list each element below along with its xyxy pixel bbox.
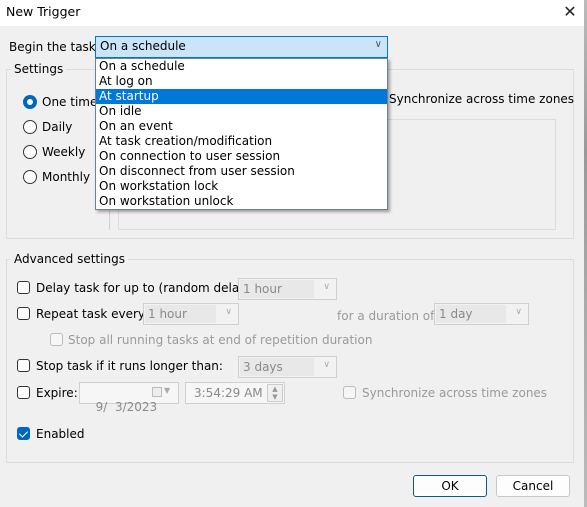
- radio-daily-label[interactable]: Daily: [42, 120, 72, 134]
- expire-sync-checkbox[interactable]: [343, 386, 356, 399]
- expire-label[interactable]: Expire:: [36, 386, 78, 400]
- repeat-task-label[interactable]: Repeat task every:: [36, 307, 148, 321]
- expire-checkbox[interactable]: [17, 386, 30, 399]
- stop-all-tasks-checkbox[interactable]: [50, 333, 63, 346]
- radio-daily[interactable]: [23, 120, 37, 134]
- advanced-settings-title: Advanced settings: [11, 252, 128, 266]
- cancel-button[interactable]: Cancel: [496, 475, 570, 497]
- radio-weekly-label[interactable]: Weekly: [42, 145, 85, 159]
- calendar-icon[interactable]: [152, 387, 162, 397]
- dropdown-option[interactable]: On workstation lock: [96, 179, 387, 194]
- delay-task-checkbox[interactable]: [17, 281, 30, 294]
- dropdown-option[interactable]: On a schedule: [96, 59, 387, 74]
- radio-weekly[interactable]: [23, 145, 37, 159]
- enabled-label[interactable]: Enabled: [36, 427, 85, 441]
- repeat-duration-value: 1 day: [436, 305, 506, 323]
- settings-group-title: Settings: [11, 62, 67, 76]
- dropdown-option[interactable]: At task creation/modification: [96, 134, 387, 149]
- chevron-down-icon: ∨: [323, 360, 330, 370]
- dropdown-option[interactable]: At log on: [96, 74, 387, 89]
- expire-date-value: 9/ 3/2023: [95, 400, 158, 414]
- ok-button[interactable]: OK: [413, 475, 487, 497]
- dropdown-option[interactable]: On disconnect from user session: [96, 164, 387, 179]
- dropdown-option[interactable]: On connection to user session: [96, 149, 387, 164]
- window-title: New Trigger: [6, 4, 81, 19]
- time-spinner[interactable]: ▲ ▼: [267, 384, 283, 402]
- stop-if-longer-value: 3 days: [240, 358, 314, 376]
- begin-task-combobox[interactable]: On a schedule ∨: [95, 36, 388, 58]
- stop-all-tasks-label: Stop all running tasks at end of repetit…: [68, 333, 373, 347]
- repeat-interval-value: 1 hour: [145, 305, 216, 323]
- stop-if-longer-label[interactable]: Stop task if it runs longer than:: [36, 359, 223, 373]
- chevron-down-icon: ∨: [323, 282, 330, 292]
- delay-task-label[interactable]: Delay task for up to (random delay):: [36, 281, 255, 295]
- dropdown-option[interactable]: On workstation unlock: [96, 194, 387, 209]
- radio-monthly[interactable]: [23, 170, 37, 184]
- title-bar: [0, 0, 584, 26]
- delay-duration-value: 1 hour: [240, 280, 314, 298]
- radio-monthly-label[interactable]: Monthly: [42, 170, 90, 184]
- sync-time-zones-label[interactable]: Synchronize across time zones: [389, 92, 574, 106]
- chevron-down-icon[interactable]: ▼: [164, 386, 170, 395]
- dropdown-option-highlighted[interactable]: At startup: [96, 89, 387, 104]
- radio-one-time[interactable]: [23, 95, 37, 109]
- expire-sync-label: Synchronize across time zones: [362, 386, 548, 400]
- repeat-duration-label: for a duration of:: [337, 309, 438, 323]
- dropdown-option[interactable]: On an event: [96, 119, 387, 134]
- delay-duration-combobox[interactable]: 1 hour ∨: [238, 278, 337, 300]
- expire-time-value: 3:54:29 AM: [194, 386, 263, 400]
- repeat-interval-combobox[interactable]: 1 hour ∨: [143, 303, 239, 325]
- dropdown-option[interactable]: On idle: [96, 104, 387, 119]
- chevron-down-icon[interactable]: ∨: [375, 39, 382, 50]
- begin-task-dropdown[interactable]: On a schedule At log on At startup On id…: [95, 58, 388, 210]
- repeat-task-checkbox[interactable]: [17, 307, 30, 320]
- stop-if-longer-combobox[interactable]: 3 days ∨: [238, 356, 337, 378]
- stop-if-longer-checkbox[interactable]: [17, 359, 30, 372]
- radio-one-time-label[interactable]: One time: [42, 95, 97, 109]
- begin-task-selected: On a schedule: [100, 39, 186, 53]
- chevron-down-icon: ∨: [515, 307, 522, 317]
- close-icon[interactable]: ✕: [560, 2, 580, 22]
- chevron-down-icon: ∨: [225, 307, 232, 317]
- enabled-checkbox[interactable]: [17, 427, 30, 440]
- repeat-duration-combobox[interactable]: 1 day ∨: [434, 303, 529, 325]
- begin-task-label: Begin the task:: [9, 40, 100, 54]
